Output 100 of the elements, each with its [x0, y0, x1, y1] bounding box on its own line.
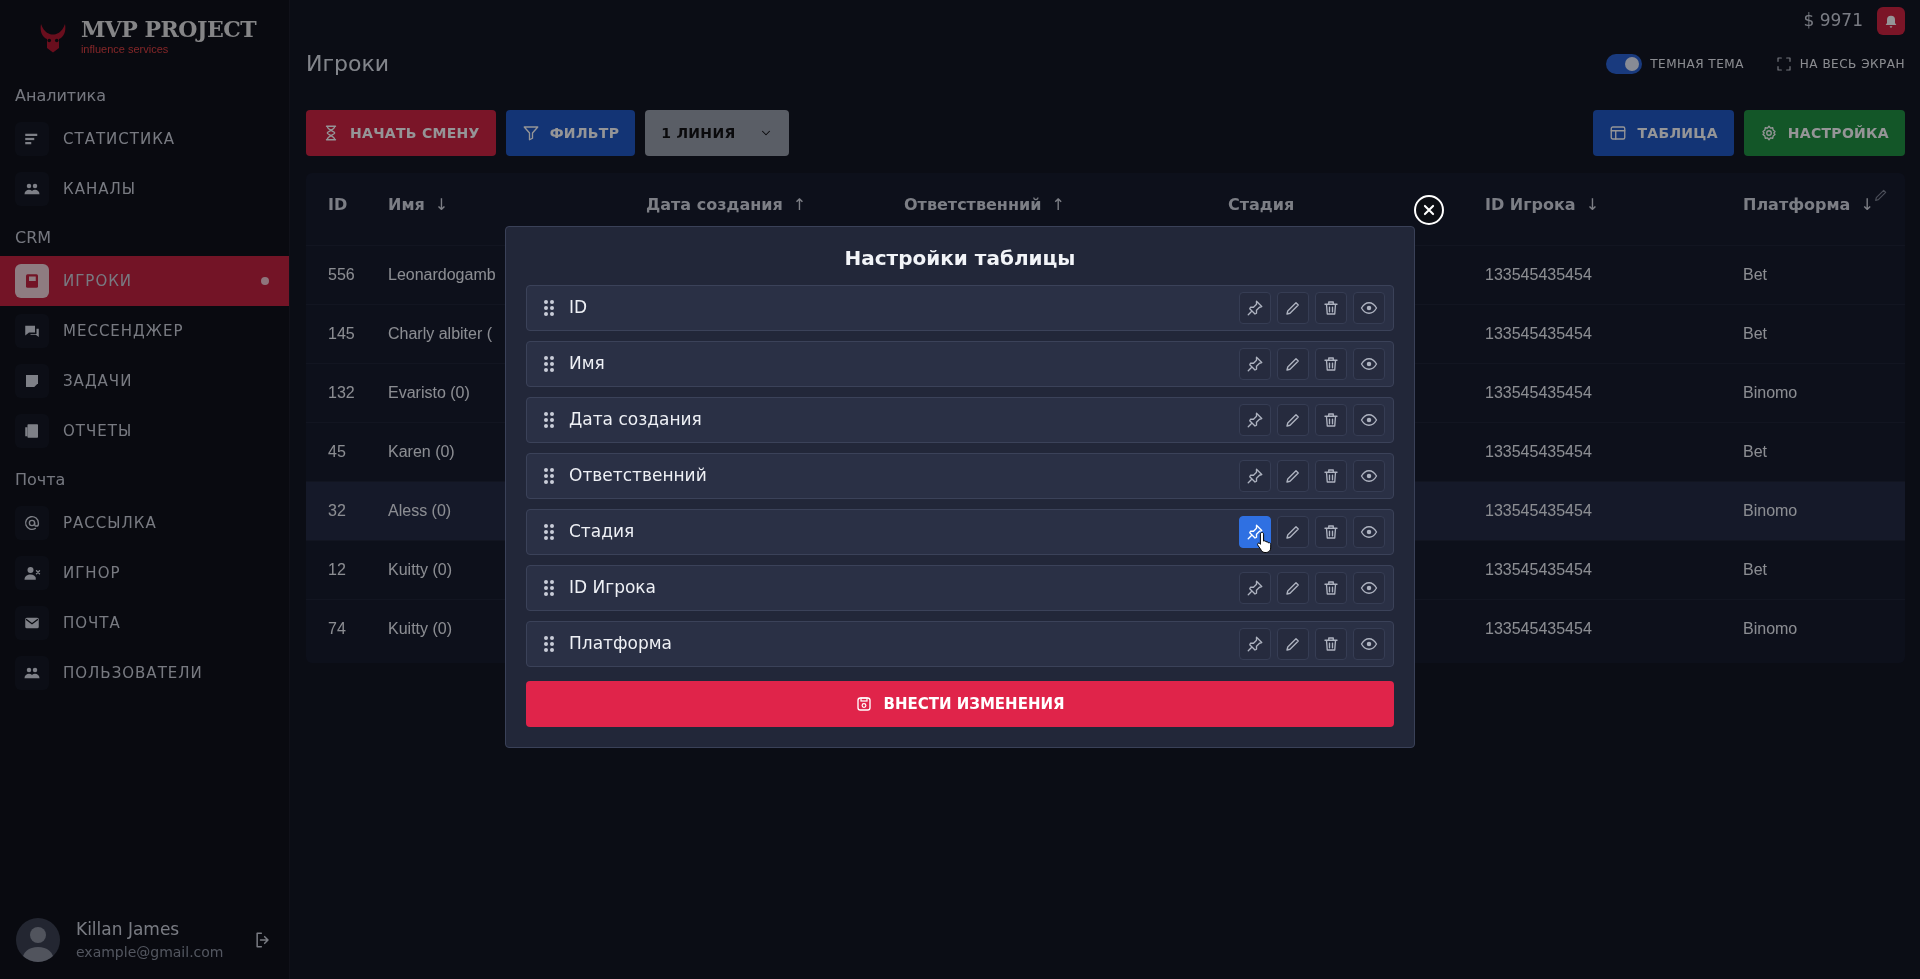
drag-handle-icon[interactable]: [543, 355, 555, 373]
table-cell-text: Bet: [1743, 324, 1767, 344]
gear-icon: [1759, 124, 1778, 142]
pencil-button[interactable]: [1277, 348, 1309, 380]
balance-text: $ 9971: [1803, 9, 1863, 33]
table-cell-text: 133545435454: [1485, 265, 1592, 285]
trash-icon: [1322, 411, 1340, 429]
toolbar-button[interactable]: НАСТРОЙКА: [1743, 110, 1905, 156]
pencil-icon: [1284, 523, 1302, 541]
trash-button[interactable]: [1315, 460, 1347, 492]
drag-handle-icon[interactable]: [543, 299, 555, 317]
at-icon: [23, 514, 41, 532]
nav-item[interactable]: МЕССЕНДЖЕР: [0, 306, 289, 356]
drag-handle-icon[interactable]: [543, 635, 555, 653]
nav-item[interactable]: ИГНОР: [0, 548, 289, 598]
theme-toggle[interactable]: [1606, 54, 1643, 74]
nav-item[interactable]: ИГРОКИ: [0, 256, 289, 306]
eye-button[interactable]: [1353, 516, 1385, 548]
dialog-title: Настройки таблицы: [843, 245, 1077, 272]
sort-arrow[interactable]: ↓: [1860, 193, 1874, 217]
nav-item[interactable]: ОТЧЕТЫ: [0, 406, 289, 456]
table-cell-text: Charly albiter (: [388, 324, 493, 344]
pin-button[interactable]: [1239, 348, 1271, 380]
notifications-button[interactable]: [1877, 7, 1905, 35]
toolbar-button[interactable]: ТАБЛИЦА: [1593, 110, 1734, 156]
nav-item[interactable]: ПОЛЬЗОВАТЕЛИ: [0, 648, 289, 698]
nav-item[interactable]: РАССЫЛКА: [0, 498, 289, 548]
theme-label: ТЕМНАЯ ТЕМА: [1650, 56, 1744, 73]
document-icon: [23, 422, 41, 440]
pencil-icon: [1284, 635, 1302, 653]
eye-button[interactable]: [1353, 348, 1385, 380]
column-header[interactable]: ID: [306, 173, 366, 245]
section-title: Аналитика: [14, 85, 108, 107]
column-header[interactable]: Платформа ↓: [1721, 173, 1905, 245]
eye-button[interactable]: [1353, 460, 1385, 492]
trash-button[interactable]: [1315, 572, 1347, 604]
pin-icon: [1246, 299, 1264, 317]
nav-item[interactable]: СТАТИСТИКА: [0, 114, 289, 164]
pencil-button[interactable]: [1277, 460, 1309, 492]
pencil-icon: [1284, 579, 1302, 597]
pin-button[interactable]: [1239, 404, 1271, 436]
nav-item[interactable]: ЗАДАЧИ: [0, 356, 289, 406]
drag-handle-icon[interactable]: [543, 523, 555, 541]
pencil-button[interactable]: [1277, 292, 1309, 324]
table-cell-text: Aless (0): [388, 501, 452, 521]
trash-button[interactable]: [1315, 348, 1347, 380]
pencil-button[interactable]: [1277, 628, 1309, 660]
save-changes-button[interactable]: ВНЕСТИ ИЗМЕНЕНИЯ: [526, 681, 1394, 727]
column-name: ID: [569, 296, 588, 320]
drag-handle-icon[interactable]: [543, 467, 555, 485]
sort-arrow[interactable]: ↑: [792, 193, 807, 217]
eye-icon: [1360, 523, 1378, 541]
line-select[interactable]: 1 ЛИНИЯ: [645, 110, 790, 156]
trash-button[interactable]: [1315, 516, 1347, 548]
column-name: Платформа: [569, 632, 672, 656]
sort-arrow[interactable]: ↓: [434, 193, 449, 217]
pin-button[interactable]: [1239, 460, 1271, 492]
toolbar-button[interactable]: ФИЛЬТР: [505, 110, 636, 156]
eye-icon: [1360, 467, 1378, 485]
column-header[interactable]: ID Игрока ↓: [1463, 173, 1721, 245]
eye-icon: [1360, 411, 1378, 429]
pencil-icon: [1284, 355, 1302, 373]
toolbar-button[interactable]: НАЧАТЬ СМЕНУ: [306, 110, 496, 156]
pointer-cursor-icon: [1256, 531, 1274, 553]
table-cell-text: Leonardogamb: [388, 265, 496, 285]
pencil-button[interactable]: [1277, 572, 1309, 604]
table-icon: [1609, 124, 1628, 142]
table-cell-text: 133545435454: [1485, 501, 1592, 521]
trash-button[interactable]: [1315, 292, 1347, 324]
pin-button[interactable]: [1239, 572, 1271, 604]
table-cell-text: 32: [328, 501, 346, 521]
eye-icon: [1360, 579, 1378, 597]
table-cell-text: 133545435454: [1485, 383, 1592, 403]
bell-icon: [1883, 13, 1899, 29]
pin-icon: [1246, 635, 1264, 653]
drag-handle-icon[interactable]: [543, 411, 555, 429]
pin-button[interactable]: [1239, 292, 1271, 324]
sort-arrow[interactable]: ↑: [1051, 193, 1065, 217]
pencil-button[interactable]: [1277, 516, 1309, 548]
eye-button[interactable]: [1353, 628, 1385, 660]
trash-icon: [1322, 467, 1340, 485]
eye-button[interactable]: [1353, 292, 1385, 324]
table-cell-text: 556: [328, 265, 355, 285]
trash-button[interactable]: [1315, 404, 1347, 436]
eye-button[interactable]: [1353, 404, 1385, 436]
section-title: Почта: [14, 469, 67, 491]
fullscreen-icon: [1775, 56, 1792, 72]
eye-button[interactable]: [1353, 572, 1385, 604]
nav-item[interactable]: КАНАЛЫ: [0, 164, 289, 214]
pencil-icon: [1284, 411, 1302, 429]
table-cell-text: 74: [328, 619, 346, 639]
logo-text: MVP PROJECT: [80, 17, 257, 40]
pin-button[interactable]: [1239, 628, 1271, 660]
table-cell-text: Evaristo (0): [388, 383, 470, 403]
sort-arrow[interactable]: ↓: [1585, 193, 1600, 217]
fullscreen-link[interactable]: НА ВЕСЬ ЭКРАН: [1799, 55, 1905, 73]
pencil-button[interactable]: [1277, 404, 1309, 436]
drag-handle-icon[interactable]: [543, 579, 555, 597]
trash-button[interactable]: [1315, 628, 1347, 660]
nav-item[interactable]: ПОЧТА: [0, 598, 289, 648]
